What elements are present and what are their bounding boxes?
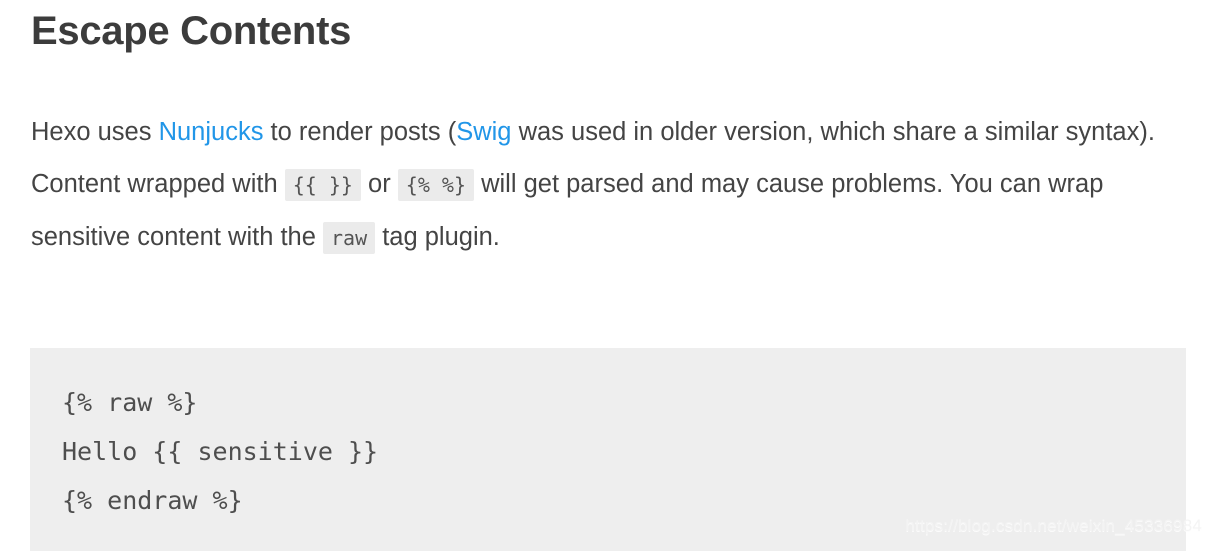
- inline-code-raw: raw: [323, 222, 376, 254]
- document-content: Escape Contents Hexo uses Nunjucks to re…: [31, 0, 1181, 264]
- inline-code-variable-tag: {{ }}: [284, 169, 361, 201]
- nunjucks-link[interactable]: Nunjucks: [159, 118, 264, 146]
- paragraph-text-2: to render posts (: [263, 118, 457, 146]
- watermark: https://blog.csdn.net/weixin_45336984: [905, 516, 1202, 535]
- document-page: Escape Contents Hexo uses Nunjucks to re…: [0, 0, 1208, 551]
- inline-code-block-tag: {% %}: [397, 169, 475, 201]
- intro-paragraph: Hexo uses Nunjucks to render posts (Swig…: [31, 106, 1183, 264]
- paragraph-block: Hexo uses Nunjucks to render posts (Swig…: [31, 106, 1181, 264]
- paragraph-text-4: or: [360, 170, 398, 198]
- code-line-2: Hello {{ sensitive }}: [62, 437, 379, 466]
- paragraph-text-1: Hexo uses: [31, 118, 159, 146]
- code-block-pre: {% raw %} Hello {{ sensitive }} {% endraw …: [62, 378, 1186, 525]
- page-title: Escape Contents: [31, 9, 352, 53]
- code-line-1: {% raw %}: [62, 388, 198, 417]
- swig-link[interactable]: Swig: [456, 118, 511, 146]
- paragraph-text-6: tag plugin.: [375, 223, 500, 251]
